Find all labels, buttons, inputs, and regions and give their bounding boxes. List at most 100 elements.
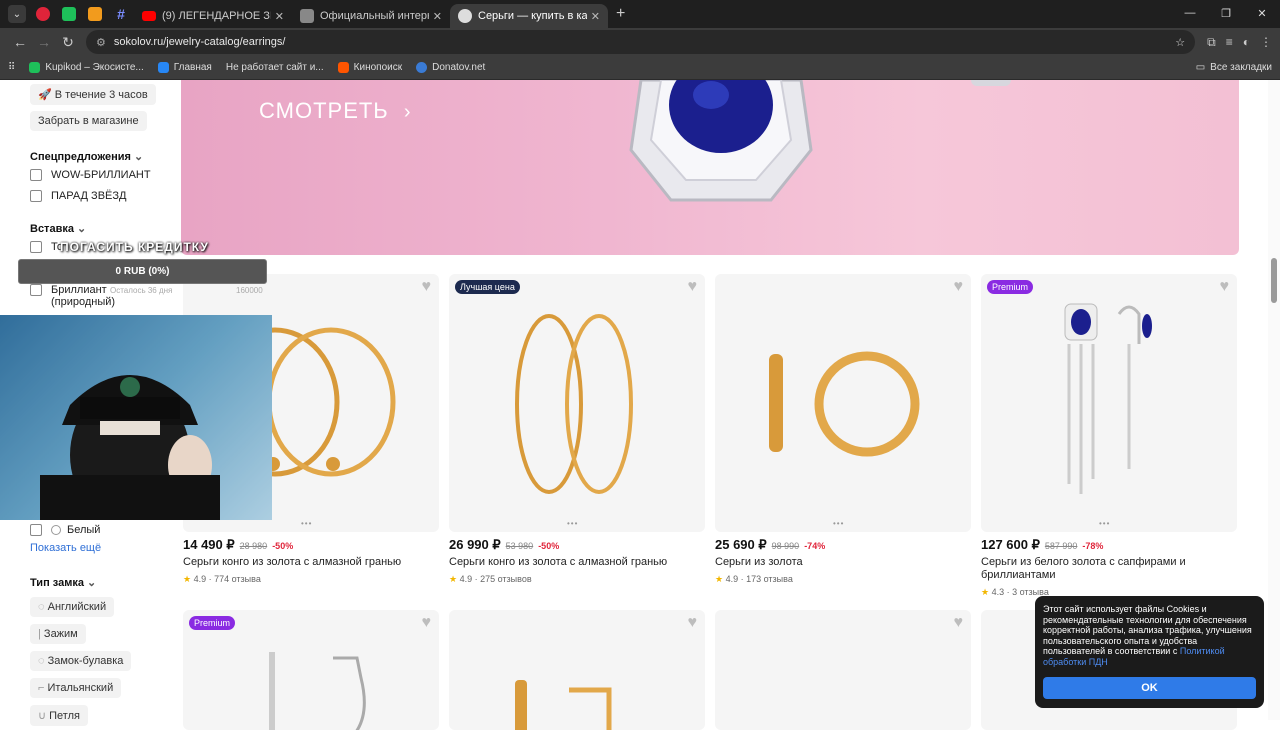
scrollbar-track[interactable]	[1268, 80, 1280, 720]
close-icon[interactable]: ✕	[275, 10, 284, 23]
pinned-tab-3[interactable]	[82, 3, 108, 25]
bookmark-kupikod[interactable]: Kupikod – Экосисте...	[29, 62, 144, 73]
profile-icon[interactable]: ◐	[1243, 35, 1250, 50]
chip-label: Замок-булавка	[47, 655, 124, 667]
filter-color-white[interactable]: Белый	[30, 524, 100, 536]
folder-icon: ▭	[1195, 62, 1206, 73]
scrollbar-thumb[interactable]	[1271, 258, 1277, 303]
lock-chip-english[interactable]: ◌ Английский	[30, 597, 115, 617]
lock-clip-icon: |	[38, 628, 41, 640]
address-bar[interactable]: ⚙ sokolov.ru/jewelry-catalog/earrings/ ☆	[86, 30, 1196, 54]
back-icon[interactable]: ←	[8, 34, 32, 50]
lock-chip-italian[interactable]: ⌐ Итальянский	[30, 678, 122, 698]
apps-icon[interactable]: ⠿	[8, 62, 15, 73]
insert-title[interactable]: Вставка ⌄	[30, 222, 86, 235]
webcam-overlay	[0, 315, 272, 520]
carousel-dots[interactable]: •••	[567, 519, 578, 528]
carousel-dots[interactable]: •••	[301, 519, 312, 528]
tab-search-icon[interactable]: ⌄	[8, 5, 26, 23]
bookmark-vk[interactable]: Главная	[157, 62, 212, 73]
reviews-count[interactable]: 275 отзывов	[480, 574, 532, 584]
reading-list-icon[interactable]: ≡	[1226, 35, 1233, 50]
carousel-dots[interactable]: •••	[833, 519, 844, 528]
lock-chip-clip[interactable]: | Зажим	[30, 624, 86, 644]
product-card[interactable]: ♥	[449, 610, 705, 730]
cookie-ok-button[interactable]: OK	[1043, 677, 1256, 699]
star-icon: ★	[449, 574, 458, 584]
product-image[interactable]: ♥ •••	[715, 274, 971, 532]
tab-sokolov[interactable]: Серьги — купить в каталоге SO ✕	[450, 4, 608, 28]
url-text: sokolov.ru/jewelry-catalog/earrings/	[113, 36, 286, 48]
star-icon: ★	[183, 574, 192, 584]
checkbox[interactable]	[30, 284, 42, 296]
promo-banner[interactable]: СМОТРЕТЬ ›	[181, 80, 1239, 255]
checkbox[interactable]	[30, 241, 42, 253]
lock-type-title[interactable]: Тип замка ⌄	[30, 576, 96, 589]
checkbox[interactable]	[30, 190, 42, 202]
extensions-icon[interactable]: ⧉	[1207, 35, 1216, 50]
pickup-chip[interactable]: Забрать в магазине	[30, 111, 147, 131]
reload-icon[interactable]: ↻	[56, 34, 80, 51]
product-name[interactable]: Серьги из белого золота с сапфирами и бр…	[981, 556, 1237, 582]
tab-youtube[interactable]: (9) ЛЕГЕНДАРНОЕ ЗНАКОМСТ ✕	[134, 4, 292, 28]
bookmark-kinopoisk[interactable]: Кинопоиск	[337, 62, 402, 73]
lock-chip-pin[interactable]: ◌ Замок-булавка	[30, 651, 132, 671]
product-image[interactable]: Premium ♥ •••	[981, 274, 1237, 532]
lock-chip-loop[interactable]: ∪ Петля	[30, 705, 88, 726]
forward-icon[interactable]: →	[32, 34, 56, 50]
close-icon[interactable]: ✕	[433, 10, 442, 23]
product-image[interactable]: Лучшая цена ♥ •••	[449, 274, 705, 532]
site-info-icon[interactable]: ⚙	[96, 36, 106, 49]
donation-icon	[88, 7, 102, 21]
product-image[interactable]: Premium ♥	[183, 610, 439, 730]
carousel-dots[interactable]: •••	[1099, 519, 1110, 528]
filter-insert-1[interactable]: То	[30, 241, 63, 253]
close-icon[interactable]: ✕	[591, 10, 600, 23]
product-name[interactable]: Серьги из золота	[715, 556, 971, 569]
product-card[interactable]: Premium ♥ ••• 127 600 ₽ 587 990 -78% Серьг…	[981, 274, 1237, 598]
heart-icon[interactable]: ♥	[954, 614, 964, 632]
checkbox[interactable]	[30, 169, 42, 181]
filter-diamond-natural[interactable]: Бриллиант (природный)	[30, 284, 115, 308]
filter-wow-diamond[interactable]: WOW-БРИЛЛИАНТ	[30, 169, 151, 181]
rocket-icon: 🚀	[38, 89, 52, 101]
bookmark-star-icon[interactable]: ☆	[1175, 36, 1185, 49]
product-image[interactable]: ♥	[449, 610, 705, 730]
special-offers-title[interactable]: Спецпредложения ⌄	[30, 150, 143, 163]
bookmark-site[interactable]: Не работает сайт и...	[226, 62, 324, 73]
color-swatch-icon	[51, 525, 61, 535]
bookmark-label: Donatov.net	[432, 62, 486, 73]
price-current: 26 990 ₽	[449, 537, 501, 552]
delivery-chip[interactable]: 🚀 В течение 3 часов	[30, 84, 156, 105]
product-card[interactable]: ♥ ••• 25 690 ₽ 98 990 -74% Серьги из золот…	[715, 274, 971, 585]
product-name[interactable]: Серьги конго из золота с алмазной гранью	[449, 556, 705, 569]
all-bookmarks[interactable]: ▭ Все закладки	[1196, 62, 1272, 73]
product-card[interactable]: Premium ♥	[183, 610, 439, 730]
menu-icon[interactable]: ⋮	[1260, 35, 1272, 50]
banner-cta[interactable]: СМОТРЕТЬ ›	[259, 98, 412, 124]
product-name[interactable]: Серьги конго из золота с алмазной гранью	[183, 556, 439, 569]
product-card[interactable]: ♥	[715, 610, 971, 730]
checkbox[interactable]	[30, 524, 42, 536]
minimize-icon[interactable]: —	[1172, 0, 1208, 26]
close-window-icon[interactable]: ✕	[1244, 0, 1280, 26]
reviews-count[interactable]: 173 отзыва	[746, 574, 793, 584]
rating: ★ 4.9 · 173 отзыва	[715, 574, 793, 584]
reviews-count[interactable]: 774 отзыва	[214, 574, 261, 584]
show-more-link[interactable]: Показать ещё	[30, 542, 101, 554]
product-image[interactable]: ♥	[715, 610, 971, 730]
donation-goal-title: ПОГАСИТЬ КРЕДИТКУ	[60, 240, 209, 254]
filter-star-parade[interactable]: ПАРАД ЗВЁЗД	[30, 190, 126, 202]
bookmark-donatov[interactable]: Donatov.net	[416, 62, 485, 73]
restore-icon[interactable]: ❐	[1208, 0, 1244, 26]
product-card[interactable]: Лучшая цена ♥ ••• 26 990 ₽ 53 980 -50% Сер…	[449, 274, 705, 585]
price-old: 98 990	[771, 541, 800, 551]
streamer-image	[0, 315, 272, 520]
rating-value: 4.3	[991, 587, 1005, 597]
checkbox-label: ПАРАД ЗВЁЗД	[51, 190, 127, 202]
pinned-tab-1[interactable]	[30, 3, 56, 25]
pinned-tab-2[interactable]	[56, 3, 82, 25]
pinned-tab-4[interactable]: #	[108, 3, 134, 25]
tab-official-store[interactable]: Официальный интернет-магаз ✕	[292, 4, 450, 28]
new-tab-icon[interactable]: +	[616, 5, 625, 23]
